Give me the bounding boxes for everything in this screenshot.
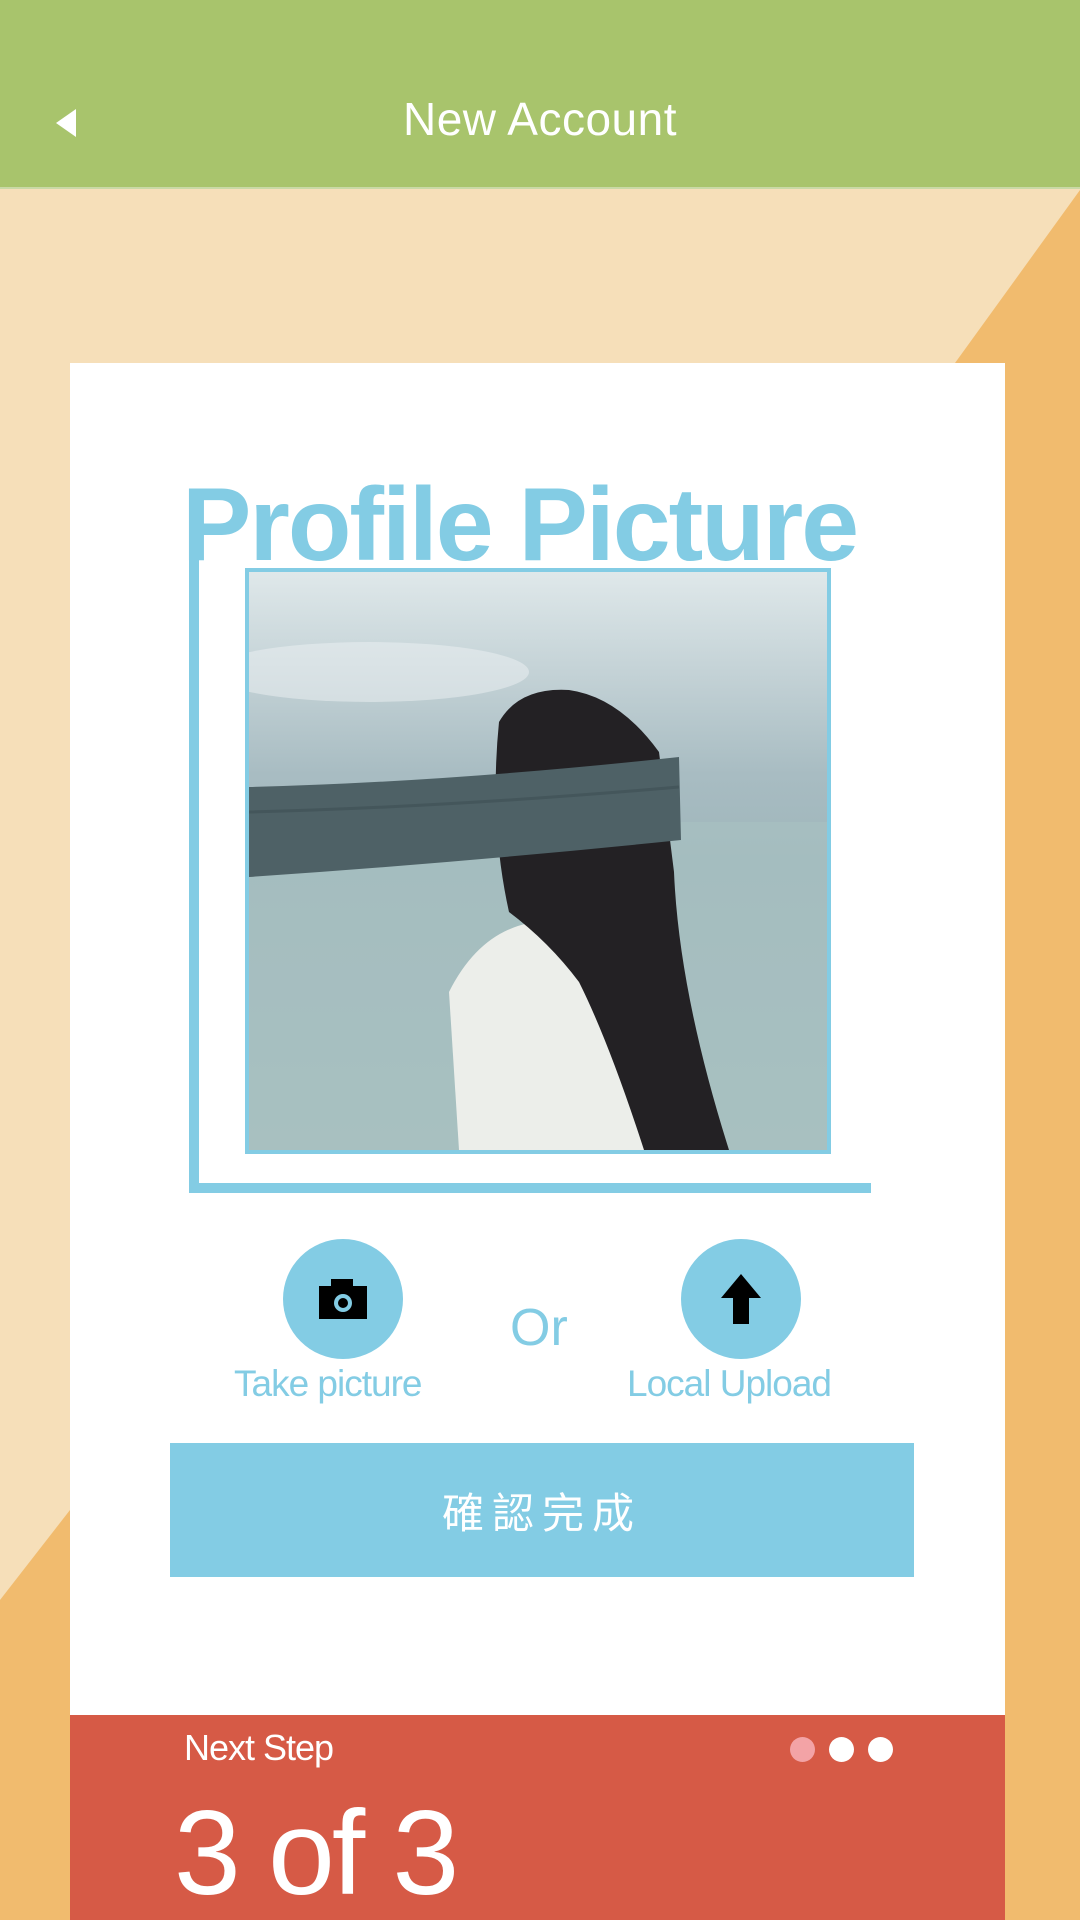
take-picture-button[interactable] [283, 1239, 403, 1359]
step-count: 3 of 3 [174, 1786, 459, 1920]
step-dot-2 [829, 1737, 854, 1762]
confirm-button[interactable]: 確認完成 [170, 1443, 914, 1577]
step-dots [790, 1737, 893, 1762]
profile-card: Profile Picture Take picture Or Local Up… [70, 363, 1005, 1920]
profile-picture-title: Profile Picture [182, 467, 859, 583]
frame-decoration-bottom [189, 1183, 871, 1193]
page-title: New Account [403, 93, 677, 145]
local-upload-button[interactable] [681, 1239, 801, 1359]
upload-arrow-icon [721, 1274, 761, 1324]
or-separator: Or [510, 1299, 568, 1357]
step-indicator: Next Step 3 of 3 [70, 1715, 1005, 1920]
frame-decoration-left [189, 533, 199, 1193]
take-picture-label[interactable]: Take picture [234, 1363, 422, 1405]
step-dot-1 [790, 1737, 815, 1762]
local-upload-label[interactable]: Local Upload [627, 1363, 832, 1405]
next-step-label: Next Step [184, 1727, 334, 1768]
step-dot-3 [868, 1737, 893, 1762]
camera-icon [319, 1279, 367, 1319]
profile-photo-preview [245, 568, 831, 1154]
app-header: New Account [0, 0, 1080, 189]
